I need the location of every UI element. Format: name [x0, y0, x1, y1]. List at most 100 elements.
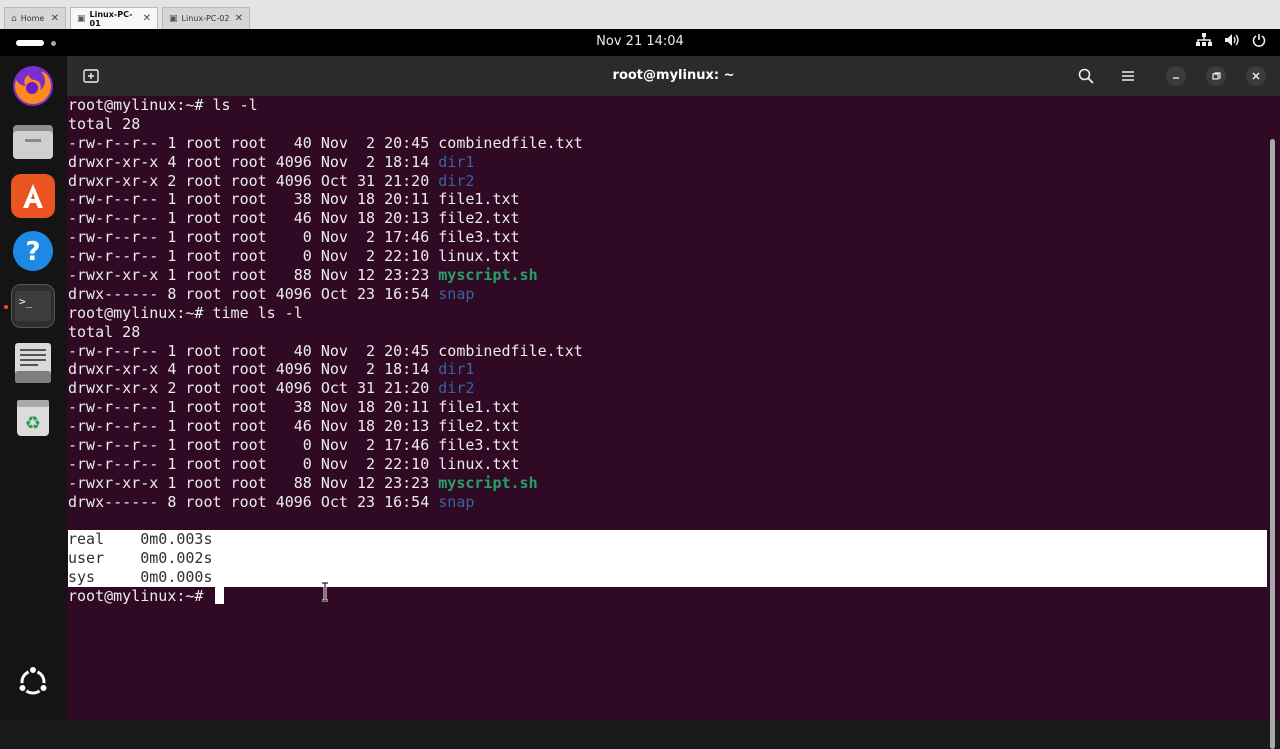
host-tab-label: Linux-PC-01 [89, 9, 133, 28]
menu-button[interactable] [1112, 63, 1144, 89]
dock-item-firefox[interactable] [11, 64, 55, 108]
listing-meta: -rw-r--r-- 1 root root 40 Nov 2 20:45 [68, 341, 439, 360]
file-name: file2.txt [438, 209, 520, 228]
listing-meta: -rwxr-xr-x 1 root root 88 Nov 12 23:23 [68, 266, 439, 285]
listing-row[interactable]: -rw-r--r-- 1 root root 38 Nov 18 20:11 f… [68, 398, 1267, 417]
output-line[interactable]: root@mylinux:~# time ls -l [68, 304, 1267, 323]
listing-row[interactable]: drwx------ 8 root root 4096 Oct 23 16:54… [68, 285, 1267, 304]
minimize-button[interactable] [1166, 66, 1186, 86]
listing-meta: -rw-r--r-- 1 root root 38 Nov 18 20:11 [68, 398, 439, 417]
dock-item-help[interactable]: ? [11, 229, 55, 273]
selected-output-line[interactable]: user 0m0.002s [68, 549, 1267, 569]
listing-meta: -rw-r--r-- 1 root root 0 Nov 2 17:46 [68, 228, 439, 247]
host-tab-linux-pc-01[interactable]: ▣ Linux-PC-01 ✕ [70, 7, 158, 29]
listing-meta: -rw-r--r-- 1 root root 40 Nov 2 20:45 [68, 133, 439, 152]
executable-name: myscript.sh [438, 266, 538, 285]
dock: ? >_ ♻ [0, 56, 67, 720]
dock-item-app-center[interactable] [11, 174, 55, 218]
listing-meta: -rw-r--r-- 1 root root 38 Nov 18 20:11 [68, 190, 439, 209]
file-name: file3.txt [438, 436, 520, 455]
listing-row[interactable]: -rwxr-xr-x 1 root root 88 Nov 12 23:23 m… [68, 474, 1267, 493]
host-tab-home[interactable]: ⌂ Home ✕ [4, 7, 66, 29]
terminal-window: root@mylinux: ~ root@mylinux:~# ls -l tot… [67, 56, 1280, 749]
file-name: file2.txt [438, 417, 520, 436]
listing-row[interactable]: -rwxr-xr-x 1 root root 88 Nov 12 23:23 m… [68, 266, 1267, 285]
text-cursor-icon [322, 582, 328, 602]
file-name: combinedfile.txt [438, 341, 583, 360]
maximize-icon [1211, 71, 1221, 80]
host-tab-label: Linux-PC-02 [181, 14, 230, 23]
dock-item-show-apps[interactable] [11, 660, 55, 704]
home-icon: ⌂ [11, 13, 17, 24]
listing-row[interactable]: -rw-r--r-- 1 root root 40 Nov 2 20:45 co… [68, 342, 1267, 361]
ubuntu-icon [17, 665, 49, 695]
window-headerbar[interactable]: root@mylinux: ~ [67, 56, 1280, 96]
output-line[interactable]: root@mylinux:~# ls -l [68, 96, 1267, 115]
dock-item-trash[interactable]: ♻ [11, 396, 55, 440]
listing-row[interactable]: -rw-r--r-- 1 root root 0 Nov 2 17:46 fil… [68, 228, 1267, 247]
app-center-icon [23, 184, 43, 208]
listing-row[interactable]: -rw-r--r-- 1 root root 0 Nov 2 17:46 fil… [68, 436, 1267, 455]
listing-row[interactable]: -rw-r--r-- 1 root root 46 Nov 18 20:13 f… [68, 209, 1267, 228]
close-button[interactable] [1246, 66, 1266, 86]
output-line[interactable]: total 28 [68, 323, 1267, 342]
listing-row[interactable]: drwx------ 8 root root 4096 Oct 23 16:54… [68, 493, 1267, 512]
selected-output-line[interactable]: real 0m0.003s [68, 530, 1267, 550]
running-indicator [4, 305, 8, 309]
dock-item-text-editor[interactable] [11, 341, 55, 385]
close-icon[interactable]: ✕ [143, 13, 151, 24]
prompt: root@mylinux:~# [68, 587, 213, 606]
listing-meta: drwxr-xr-x 4 root root 4096 Nov 2 18:14 [68, 152, 439, 171]
listing-row[interactable]: drwxr-xr-x 4 root root 4096 Nov 2 18:14 … [68, 153, 1267, 172]
close-icon[interactable]: ✕ [235, 13, 243, 24]
output-line[interactable]: total 28 [68, 115, 1267, 134]
file-name: linux.txt [438, 247, 520, 266]
volume-icon[interactable] [1224, 33, 1240, 51]
listing-row[interactable]: drwxr-xr-x 2 root root 4096 Oct 31 21:20… [68, 172, 1267, 191]
listing-row[interactable]: -rw-r--r-- 1 root root 38 Nov 18 20:11 f… [68, 190, 1267, 209]
listing-meta: -rw-r--r-- 1 root root 0 Nov 2 22:10 [68, 454, 439, 473]
scrollbar[interactable] [1270, 139, 1275, 749]
search-button[interactable] [1070, 63, 1102, 89]
minimize-icon [1173, 77, 1179, 79]
system-tray[interactable] [1196, 33, 1266, 51]
file-name: file1.txt [438, 190, 520, 209]
directory-name: dir1 [438, 360, 475, 379]
listing-meta: -rw-r--r-- 1 root root 0 Nov 2 22:10 [68, 247, 439, 266]
listing-row[interactable]: -rw-r--r-- 1 root root 0 Nov 2 22:10 lin… [68, 455, 1267, 474]
directory-name: snap [438, 284, 475, 303]
text-editor-icon [15, 343, 51, 383]
search-icon [1078, 68, 1094, 84]
listing-row[interactable]: -rw-r--r-- 1 root root 40 Nov 2 20:45 co… [68, 134, 1267, 153]
top-bar: Nov 21 14:04 [0, 29, 1280, 56]
listing-meta: drwx------ 8 root root 4096 Oct 23 16:54 [68, 284, 439, 303]
close-icon[interactable]: ✕ [51, 13, 59, 24]
vm-icon: ▣ [77, 13, 86, 24]
file-name: linux.txt [438, 454, 520, 473]
listing-row[interactable]: drwxr-xr-x 2 root root 4096 Oct 31 21:20… [68, 379, 1267, 398]
vm-icon: ▣ [169, 13, 178, 24]
network-icon[interactable] [1196, 33, 1212, 51]
dock-item-files[interactable] [11, 119, 55, 163]
clock[interactable]: Nov 21 14:04 [0, 34, 1280, 49]
listing-meta: drwxr-xr-x 2 root root 4096 Oct 31 21:20 [68, 171, 439, 190]
maximize-button[interactable] [1206, 66, 1226, 86]
prompt-line[interactable]: root@mylinux:~# [68, 587, 1267, 606]
power-icon[interactable] [1252, 33, 1266, 51]
terminal-output[interactable]: root@mylinux:~# ls -l total 28 -rw-r--r-- … [67, 96, 1280, 749]
file-name: combinedfile.txt [438, 133, 583, 152]
listing-row[interactable]: -rw-r--r-- 1 root root 0 Nov 2 22:10 lin… [68, 247, 1267, 266]
listing-meta: drwx------ 8 root root 4096 Oct 23 16:54 [68, 492, 439, 511]
blank-line[interactable] [68, 512, 1267, 531]
listing-row[interactable]: drwxr-xr-x 4 root root 4096 Nov 2 18:14 … [68, 360, 1267, 379]
terminal-text[interactable]: root@mylinux:~# ls -l total 28 -rw-r--r-- … [68, 96, 1267, 606]
close-icon [1252, 72, 1260, 80]
selected-output-line[interactable]: sys 0m0.000s [68, 568, 1267, 588]
listing-meta: -rwxr-xr-x 1 root root 88 Nov 12 23:23 [68, 473, 439, 492]
host-tab-strip: ⌂ Home ✕ ▣ Linux-PC-01 ✕ ▣ Linux-PC-02 ✕ [0, 0, 1280, 30]
directory-name: dir2 [438, 171, 475, 190]
listing-row[interactable]: -rw-r--r-- 1 root root 46 Nov 18 20:13 f… [68, 417, 1267, 436]
dock-item-terminal[interactable]: >_ [11, 284, 55, 328]
host-tab-linux-pc-02[interactable]: ▣ Linux-PC-02 ✕ [162, 7, 250, 29]
terminal-icon: >_ [15, 291, 51, 321]
